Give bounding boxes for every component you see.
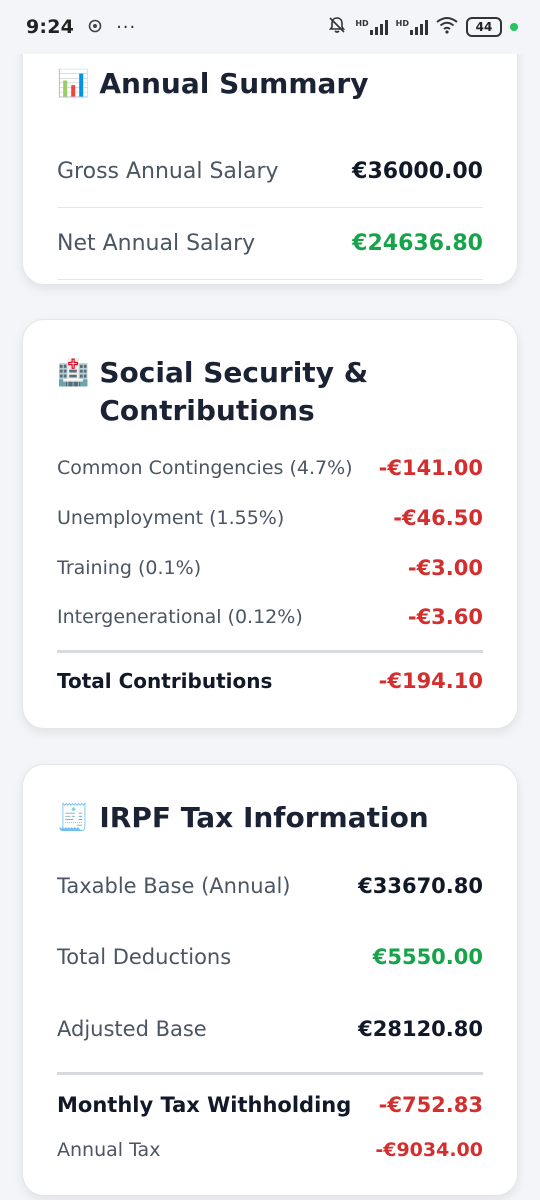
taxable-base-row: Taxable Base (Annual) €33670.80 (57, 865, 483, 907)
taxable-base-label: Taxable Base (Annual) (57, 874, 291, 898)
social-security-heading: Social Security & Contributions (99, 356, 369, 427)
irpf-heading: IRPF Tax Information (99, 801, 429, 834)
adjusted-base-label: Adjusted Base (57, 1017, 207, 1041)
social-security-card: 🏥 Social Security & Contributions Common… (22, 319, 518, 729)
active-indicator-dot (510, 23, 518, 31)
bar-chart-icon: 📊 (57, 69, 90, 99)
battery-icon: 44 (466, 17, 502, 37)
monthly-tax-withholding-row: Monthly Tax Withholding -€752.83 (57, 1072, 483, 1134)
training-row: Training (0.1%) -€3.00 (57, 548, 483, 588)
total-deductions-value: €5550.00 (372, 945, 483, 969)
status-bar: 9:24 ··· HD HD 44 (0, 0, 540, 54)
wifi-icon (436, 16, 458, 38)
intergenerational-label: Intergenerational (0.12%) (57, 606, 303, 628)
monthly-tax-withholding-value: -€752.83 (378, 1092, 483, 1117)
social-security-title: 🏥 Social Security & Contributions (57, 354, 483, 430)
training-value: -€3.00 (407, 556, 483, 580)
monthly-tax-withholding-label: Monthly Tax Withholding (57, 1092, 352, 1117)
common-contingencies-label: Common Contingencies (4.7%) (57, 457, 353, 479)
common-contingencies-row: Common Contingencies (4.7%) -€141.00 (57, 448, 483, 488)
total-contributions-label: Total Contributions (57, 668, 273, 693)
gross-annual-salary-value: €36000.00 (352, 159, 483, 184)
signal-icon-2: HD (396, 19, 428, 35)
receipt-icon: 🧾 (57, 803, 90, 833)
gross-annual-salary-label: Gross Annual Salary (57, 159, 279, 184)
unemployment-label: Unemployment (1.55%) (57, 507, 285, 529)
irpf-title: 🧾 IRPF Tax Information (57, 799, 429, 837)
signal-icon-1: HD (355, 19, 388, 35)
unemployment-row: Unemployment (1.55%) -€46.50 (57, 498, 483, 538)
annual-tax-row: Annual Tax -€9034.00 (57, 1133, 483, 1167)
total-deductions-row: Total Deductions €5550.00 (57, 936, 483, 978)
unemployment-value: -€46.50 (393, 506, 483, 530)
annual-summary-card: 📊 Annual Summary Gross Annual Salary €36… (22, 20, 518, 285)
intergenerational-value: -€3.60 (407, 605, 483, 629)
gross-annual-salary-row: Gross Annual Salary €36000.00 (57, 136, 483, 208)
net-annual-salary-row: Net Annual Salary €24636.80 (57, 208, 483, 280)
total-contributions-row: Total Contributions -€194.10 (57, 650, 483, 708)
taxable-base-value: €33670.80 (358, 874, 483, 898)
total-deductions-label: Total Deductions (57, 945, 232, 969)
annual-tax-label: Annual Tax (57, 1139, 161, 1161)
annual-summary-heading: Annual Summary (99, 67, 369, 100)
training-label: Training (0.1%) (57, 557, 202, 579)
adjusted-base-row: Adjusted Base €28120.80 (57, 1008, 483, 1050)
net-annual-salary-value: €24636.80 (352, 231, 483, 256)
hospital-icon: 🏥 (57, 358, 90, 388)
adjusted-base-value: €28120.80 (358, 1017, 483, 1041)
more-notifications-icon: ··· (116, 16, 137, 38)
scroll-content[interactable]: 📊 Annual Summary Gross Annual Salary €36… (0, 0, 540, 1200)
annual-summary-title: 📊 Annual Summary (57, 65, 369, 103)
net-annual-salary-label: Net Annual Salary (57, 231, 256, 256)
status-time: 9:24 (26, 16, 75, 38)
total-contributions-value: -€194.10 (378, 668, 483, 693)
common-contingencies-value: -€141.00 (378, 456, 483, 480)
intergenerational-row: Intergenerational (0.12%) -€3.60 (57, 597, 483, 637)
annual-tax-value: -€9034.00 (375, 1139, 483, 1161)
notification-app-icon (88, 18, 102, 37)
bell-muted-icon (327, 15, 347, 39)
irpf-tax-card: 🧾 IRPF Tax Information Taxable Base (Ann… (22, 764, 518, 1196)
